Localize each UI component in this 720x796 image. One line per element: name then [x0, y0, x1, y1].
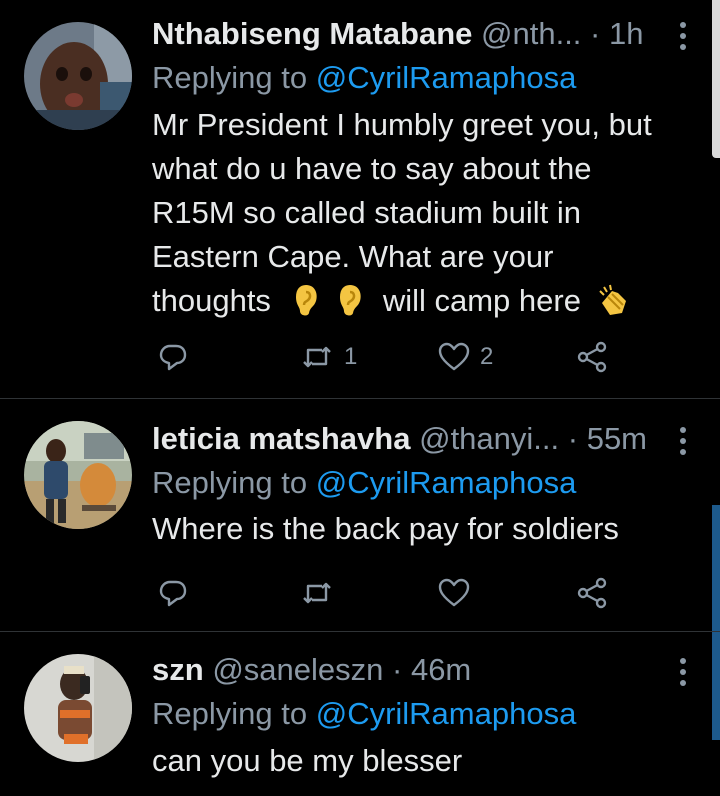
reply-icon — [159, 344, 187, 371]
mention-link[interactable]: @CyrilRamaphosa — [316, 60, 577, 95]
tweet-text: can you be my blesser — [152, 739, 697, 783]
tweet-text-line: thoughts will camp here — [152, 279, 697, 323]
tweet-header: Nthabiseng Matabane @nth... · 1h — [152, 14, 652, 54]
tweet-text-segment: thoughts — [152, 283, 271, 318]
user-handle[interactable]: @thanyi... — [419, 421, 559, 456]
user-handle[interactable]: @saneleszn — [212, 652, 383, 687]
more-vertical-icon[interactable] — [680, 658, 686, 686]
timestamp[interactable]: 46m — [411, 652, 471, 687]
tweet-actions — [152, 573, 632, 613]
replying-to: Replying to @CyrilRamaphosa — [152, 58, 576, 98]
tweet-text-line: can you be my blesser — [152, 743, 463, 778]
display-name[interactable]: Nthabiseng Matabane — [152, 16, 472, 51]
tweet-text-line: Where is the back pay for soldiers — [152, 511, 619, 546]
retweet-button[interactable] — [300, 573, 334, 613]
tweet-3[interactable]: szn @saneleszn · 46m Replying to @CyrilR… — [0, 632, 720, 796]
reply-icon — [159, 580, 187, 607]
tweet-text-line: R15M so called stadium built in — [152, 195, 582, 230]
separator-dot: · — [392, 652, 403, 687]
mention-link[interactable]: @CyrilRamaphosa — [316, 696, 577, 731]
like-count: 2 — [480, 343, 494, 370]
tweet-1[interactable]: Nthabiseng Matabane @nth... · 1h Replyin… — [0, 0, 720, 398]
heart-icon — [438, 342, 470, 371]
tweet-text-segment: will camp here — [382, 283, 581, 318]
reply-button[interactable] — [158, 573, 188, 613]
share-button[interactable] — [576, 573, 608, 613]
retweet-count: 1 — [344, 343, 358, 370]
tweet-text-line: Eastern Cape. What are your — [152, 239, 554, 274]
more-vertical-icon[interactable] — [680, 22, 686, 50]
retweet-icon — [303, 582, 331, 604]
timestamp[interactable]: 55m — [587, 421, 647, 456]
like-button[interactable] — [438, 573, 470, 613]
tweet-text: Mr President I humbly greet you, but wha… — [152, 103, 697, 323]
mention-link[interactable]: @CyrilRamaphosa — [316, 465, 577, 500]
avatar[interactable] — [24, 22, 132, 130]
tweet-text-line: what do u have to say about the — [152, 151, 592, 186]
tweet-2[interactable]: leticia matshavha @thanyi... · 55m Reply… — [0, 399, 720, 631]
tweet-header: szn @saneleszn · 46m — [152, 650, 652, 690]
separator-dot: · — [567, 421, 579, 456]
display-name[interactable]: szn — [152, 652, 204, 687]
tweet-text-line: Mr President I humbly greet you, but — [152, 107, 652, 142]
replying-to: Replying to @CyrilRamaphosa — [152, 463, 576, 503]
replying-prefix: Replying to — [152, 465, 308, 500]
timestamp[interactable]: 1h — [609, 16, 643, 51]
share-icon — [577, 341, 607, 373]
clapping-hands-emoji — [596, 283, 632, 329]
user-handle[interactable]: @nth... — [481, 16, 581, 51]
heart-icon — [438, 578, 470, 607]
avatar[interactable] — [24, 421, 132, 529]
retweet-button[interactable]: 1 — [300, 337, 357, 377]
replying-to: Replying to @CyrilRamaphosa — [152, 694, 576, 734]
retweet-icon — [303, 346, 331, 368]
reply-button[interactable] — [158, 337, 188, 377]
tweet-header: leticia matshavha @thanyi... · 55m — [152, 419, 652, 459]
separator-dot: · — [590, 16, 601, 51]
like-button[interactable]: 2 — [438, 337, 493, 377]
tweet-text: Where is the back pay for soldiers — [152, 507, 697, 551]
share-button[interactable] — [576, 337, 608, 377]
replying-prefix: Replying to — [152, 696, 308, 731]
ear-emoji — [292, 283, 320, 329]
share-icon — [577, 577, 607, 609]
tweet-actions: 1 2 — [152, 337, 632, 377]
avatar[interactable] — [24, 654, 132, 762]
replying-prefix: Replying to — [152, 60, 308, 95]
more-vertical-icon[interactable] — [680, 427, 686, 455]
ear-emoji — [336, 283, 364, 329]
display-name[interactable]: leticia matshavha — [152, 421, 410, 456]
